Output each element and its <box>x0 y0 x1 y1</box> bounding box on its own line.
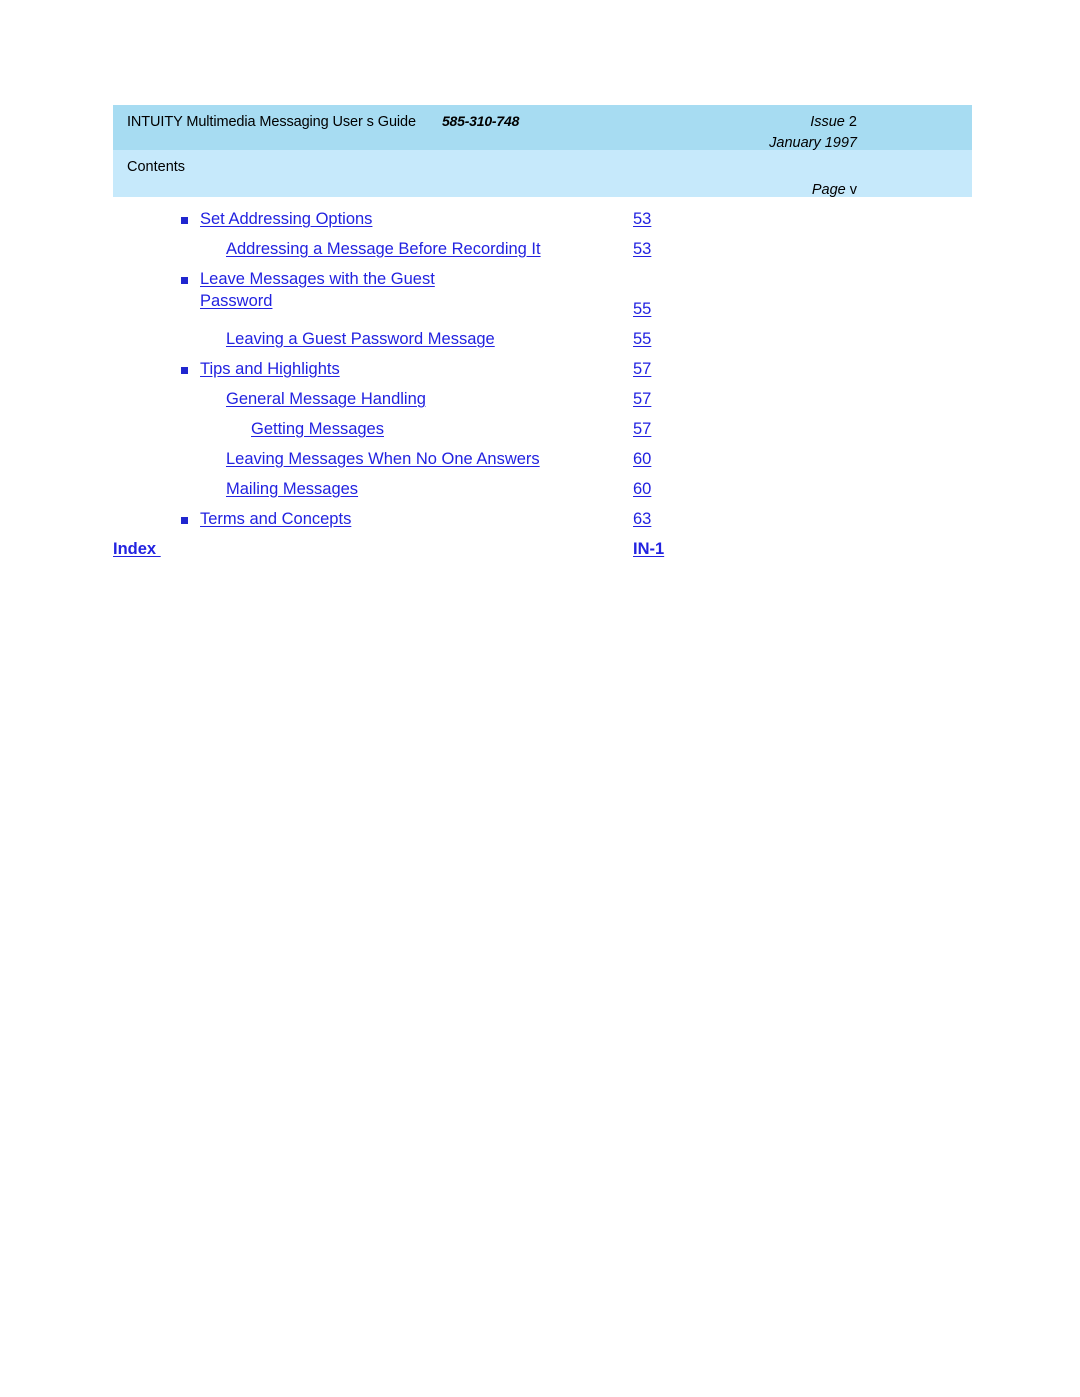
toc-entry-page-number[interactable]: 53 <box>633 208 651 230</box>
toc-entry[interactable]: Leave Messages with the Guest Password 55 <box>113 267 973 327</box>
toc-entry-label[interactable]: Set Addressing Options <box>200 208 372 230</box>
toc-entry-page-number[interactable]: 55 <box>633 298 651 320</box>
toc-entry-label[interactable]: Index <box>113 538 161 560</box>
toc-entry[interactable]: Leaving a Guest Password Message 55 <box>113 327 973 357</box>
bullet-square-icon <box>181 517 188 524</box>
toc-entry[interactable]: Addressing a Message Before Recording It… <box>113 237 973 267</box>
toc-entry[interactable]: Index IN-1 <box>113 537 973 567</box>
document-number: 585-310-748 <box>441 113 520 129</box>
toc-entry-label[interactable]: General Message Handling <box>226 388 426 410</box>
issue-label: Issue <box>810 114 845 130</box>
toc-entry-label[interactable]: Leave Messages with the Guest Password <box>200 268 435 312</box>
toc-entry[interactable]: Mailing Messages 60 <box>113 477 973 507</box>
document-title: INTUITY Multimedia Messaging User s Guid… <box>127 114 416 130</box>
toc-entry-page-number[interactable]: 57 <box>633 358 651 380</box>
toc-entry-label[interactable]: Leaving a Guest Password Message <box>226 328 495 350</box>
toc-entry-label[interactable]: Terms and Concepts <box>200 508 351 530</box>
toc-entry-page-number[interactable]: IN-1 <box>633 538 664 560</box>
toc-entry-page-number[interactable]: 60 <box>633 448 651 470</box>
toc-entry-label[interactable]: Addressing a Message Before Recording It <box>226 238 541 260</box>
header-band-secondary: Contents Page v <box>113 150 972 198</box>
toc-entry[interactable]: Tips and Highlights 57 <box>113 357 973 387</box>
header-page-group: Page v <box>812 180 857 201</box>
section-label-group: Contents <box>127 158 185 176</box>
toc-entry-page-number[interactable]: 60 <box>633 478 651 500</box>
toc-entry-label[interactable]: Leaving Messages When No One Answers <box>226 448 540 470</box>
section-label: Contents <box>127 159 186 175</box>
toc-entry-page-number[interactable]: 63 <box>633 508 651 530</box>
table-of-contents: Set Addressing Options 53 Addressing a Mes… <box>113 207 973 567</box>
issue-line: Issue 2 <box>769 112 857 133</box>
toc-entry[interactable]: Set Addressing Options 53 <box>113 207 973 237</box>
toc-entry[interactable]: Terms and Concepts 63 <box>113 507 973 537</box>
bullet-square-icon <box>181 277 188 284</box>
page-number: v <box>849 182 857 198</box>
header-issue-group: Issue 2 January 1997 <box>769 112 857 154</box>
toc-entry[interactable]: Leaving Messages When No One Answers 60 <box>113 447 973 477</box>
toc-entry-label[interactable]: Getting Messages <box>251 418 384 440</box>
bullet-square-icon <box>181 367 188 374</box>
toc-entry-label[interactable]: Mailing Messages <box>226 478 358 500</box>
page-label: Page <box>811 182 846 198</box>
header-band-primary: INTUITY Multimedia Messaging User s Guid… <box>113 105 972 151</box>
toc-entry-label[interactable]: Tips and Highlights <box>200 358 340 380</box>
toc-entry[interactable]: General Message Handling 57 <box>113 387 973 417</box>
page-line: Page v <box>812 180 857 201</box>
bullet-square-icon <box>181 217 188 224</box>
toc-entry-page-number[interactable]: 57 <box>633 388 651 410</box>
document-header: INTUITY Multimedia Messaging User s Guid… <box>113 105 972 198</box>
header-title-group: INTUITY Multimedia Messaging User s Guid… <box>127 113 519 131</box>
toc-entry-page-number[interactable]: 53 <box>633 238 651 260</box>
toc-entry-page-number[interactable]: 55 <box>633 328 651 350</box>
toc-entry-page-number[interactable]: 57 <box>633 418 651 440</box>
issue-number: 2 <box>848 114 857 130</box>
toc-entry[interactable]: Getting Messages 57 <box>113 417 973 447</box>
